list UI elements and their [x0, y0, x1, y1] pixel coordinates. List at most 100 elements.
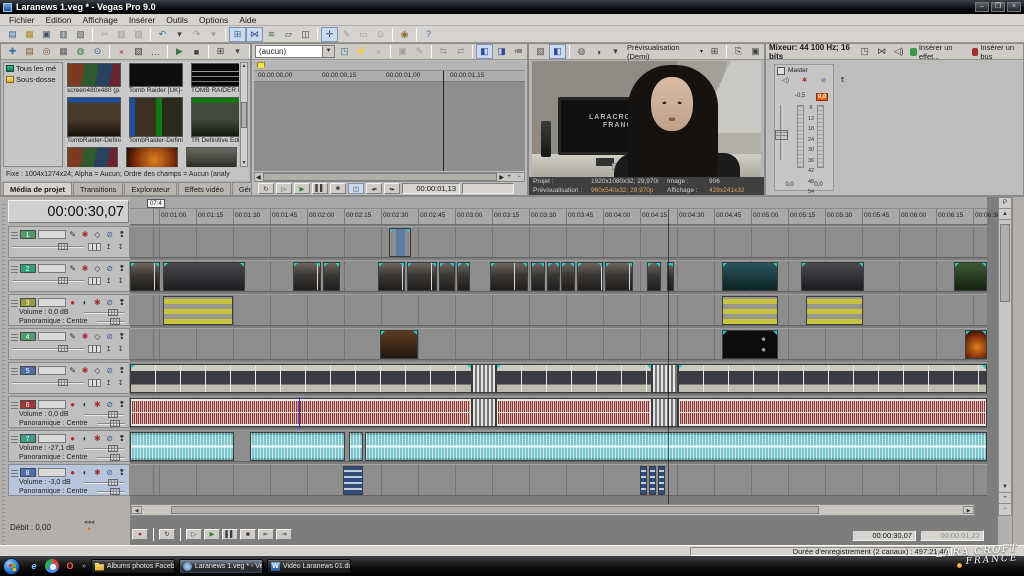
pan-slider[interactable] — [97, 423, 125, 425]
envelope-edit-tool-button[interactable]: ✎ — [338, 27, 355, 42]
timeline-clip[interactable] — [496, 398, 652, 427]
timeline-clip[interactable] — [130, 398, 472, 427]
slider-knob[interactable] — [58, 277, 68, 284]
save-markers-button[interactable]: ▣ — [394, 44, 411, 59]
loop-playback-button[interactable]: ↻ — [258, 183, 274, 194]
track-level-slider[interactable] — [13, 382, 85, 384]
timeline-clip[interactable] — [439, 262, 455, 291]
phase-icon[interactable]: ◐ — [80, 399, 90, 410]
track-mute-icon[interactable]: ⊘ — [104, 399, 114, 410]
timeline-clip[interactable] — [577, 262, 603, 291]
media-item[interactable] — [126, 147, 177, 167]
auto-ripple-button[interactable]: ≋ — [263, 27, 280, 42]
import-media-button[interactable]: ✚ — [4, 44, 21, 59]
timeline-clip[interactable] — [472, 398, 496, 427]
tab-m-dia-de-projet[interactable]: Média de projet — [3, 182, 72, 195]
remove-from-history-button[interactable]: × — [370, 44, 387, 59]
track-drag-handle[interactable] — [11, 299, 18, 307]
timeline-clip[interactable] — [652, 364, 678, 393]
track-fx-icon[interactable]: ✱ — [80, 229, 90, 240]
play-button[interactable]: ▶ — [204, 529, 220, 540]
track-drag-handle[interactable] — [11, 469, 18, 477]
loop-playback-button[interactable]: ↻ — [159, 529, 175, 540]
edit-markers-button[interactable]: ✎ — [411, 44, 428, 59]
composite-meter-icon[interactable] — [88, 243, 101, 251]
ie-quicklaunch-icon[interactable]: e — [27, 559, 41, 573]
track-level-slider[interactable] — [13, 348, 85, 350]
trimmer-marker-bar[interactable] — [254, 61, 525, 71]
track-number-badge[interactable]: 2 — [20, 264, 36, 273]
parent-track-icon[interactable]: ↥ — [104, 379, 113, 387]
composite-meter-icon[interactable] — [88, 379, 101, 387]
track-header-5[interactable]: 5✎✱◇⊘❢↥↧ — [8, 362, 130, 394]
track-number-badge[interactable]: 8 — [20, 468, 36, 477]
maximize-button[interactable]: ❐ — [991, 2, 1005, 12]
track-fx-icon[interactable]: ✱ — [80, 365, 90, 376]
expand-track-icon[interactable]: ↧ — [116, 379, 125, 387]
track-mute-icon[interactable]: ⊘ — [104, 263, 114, 274]
composite-meter-icon[interactable] — [88, 345, 101, 353]
track-solo-icon[interactable]: ❢ — [117, 467, 127, 478]
scroll-up-icon[interactable]: ▲ — [999, 209, 1011, 220]
timeline-clip[interactable] — [722, 262, 778, 291]
slider-knob[interactable] — [58, 379, 68, 386]
slider-knob[interactable] — [110, 318, 120, 325]
track-lane-7[interactable] — [130, 430, 987, 462]
extract-audio-button[interactable]: ◎ — [38, 44, 55, 59]
pan-crop-icon[interactable]: ✎ — [68, 331, 78, 342]
pan-slider[interactable] — [97, 457, 125, 459]
capture-video-button[interactable]: ▤ — [21, 44, 38, 59]
track-mute-icon[interactable]: ⊘ — [104, 331, 114, 342]
insert-effect-button[interactable]: Insérer un effet... — [907, 45, 969, 58]
composite-meter-icon[interactable] — [88, 277, 101, 285]
record-arm-icon[interactable]: ● — [68, 297, 78, 308]
play-button[interactable]: ▶ — [294, 183, 310, 194]
track-number-badge[interactable]: 1 — [20, 230, 36, 239]
phase-icon[interactable]: ◐ — [80, 433, 90, 444]
tree-item-0[interactable]: Tous les mé — [4, 63, 62, 74]
whats-this-help-button[interactable]: ? — [420, 27, 437, 42]
slider-knob[interactable] — [58, 243, 68, 250]
slider-knob[interactable] — [58, 345, 68, 352]
taskbar-button[interactable]: Laranews 1.veg * - Ve... — [179, 559, 263, 574]
track-solo-icon[interactable]: ❢ — [117, 399, 127, 410]
media-item[interactable]: TombRaider-Definit... — [67, 97, 121, 145]
video-monitor-button[interactable]: ◧ — [476, 44, 493, 59]
master-mute-icon[interactable]: ⊘ — [815, 76, 832, 85]
scroll-down-icon[interactable]: ▼ — [999, 482, 1011, 493]
slider-knob[interactable] — [110, 488, 120, 495]
history-lightning-button[interactable]: ⚡ — [353, 44, 370, 59]
timeline-clip[interactable] — [561, 262, 575, 291]
media-item[interactable]: TOMB RAIDER REB... — [191, 63, 239, 95]
track-header-8[interactable]: 8●◐✱⊘❢Volume :-3,0 dBPanoramique :Centre — [8, 464, 130, 496]
phase-icon[interactable]: ◐ — [80, 467, 90, 478]
edit-cursor[interactable] — [668, 209, 669, 514]
tab-effets-vid-o[interactable]: Effets vidéo — [178, 182, 231, 195]
track-lane-6[interactable] — [130, 396, 987, 428]
new-project-button[interactable]: ▤ — [4, 27, 21, 42]
timeline-clip[interactable] — [965, 330, 987, 359]
timeline-clip[interactable] — [389, 228, 411, 257]
redo-button[interactable]: ↷ — [188, 27, 205, 42]
menu-aide[interactable]: Aide — [234, 15, 261, 25]
menu-outils[interactable]: Outils — [161, 15, 193, 25]
track-name-field[interactable] — [38, 434, 66, 443]
timeline-time-display[interactable]: 00:00:30,07 — [8, 200, 129, 223]
go-to-end-button[interactable]: ⇥ — [276, 529, 292, 540]
preview-video-canvas[interactable]: LARACROFT FRANCE — [532, 61, 761, 179]
open-project-button[interactable]: ▦ — [21, 27, 38, 42]
timeline-content[interactable]: 07:4 00:01:0000:01:1500:01:3000:01:4500:… — [130, 197, 998, 545]
media-item[interactable]: screen480x480 (p... — [67, 63, 121, 95]
record-arm-icon[interactable]: ● — [68, 433, 78, 444]
track-drag-handle[interactable] — [11, 333, 18, 341]
timeline-clip[interactable] — [496, 364, 652, 393]
track-name-field[interactable] — [38, 298, 66, 307]
video-output-fx-button[interactable]: ◍ — [573, 44, 590, 59]
edit-details-button[interactable]: P — [999, 198, 1011, 209]
audio-monitor-button[interactable]: ◨ — [493, 44, 510, 59]
pan-slider[interactable] — [97, 491, 125, 493]
timeline-clip[interactable] — [365, 432, 987, 461]
pause-button[interactable]: ▌▌ — [222, 529, 238, 540]
track-name-field[interactable] — [38, 264, 66, 273]
taskbar-button[interactable]: WVidéo Laranews 01.do... — [267, 559, 351, 574]
